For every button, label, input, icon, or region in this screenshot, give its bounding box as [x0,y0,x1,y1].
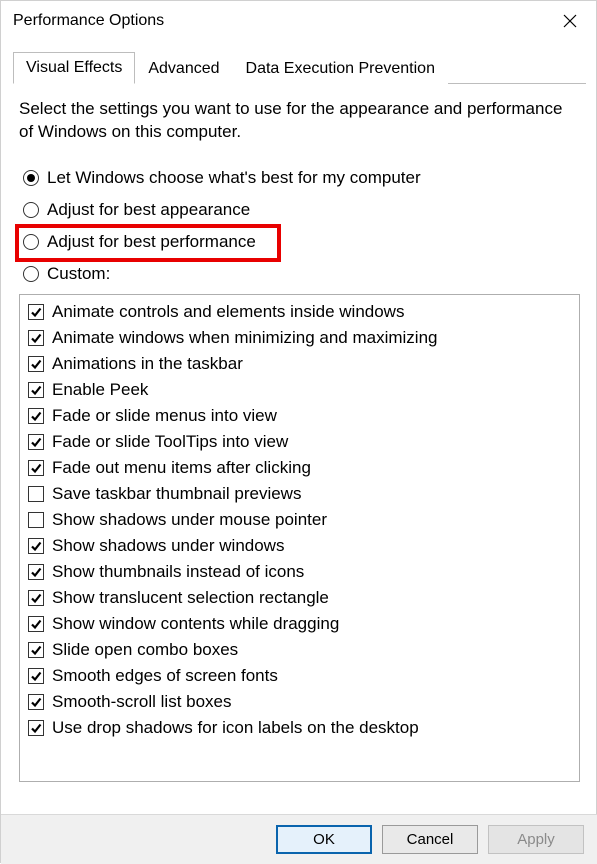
window-title: Performance Options [13,12,164,30]
radio-row[interactable]: Custom: [19,258,586,290]
radio-label: Custom: [47,264,110,284]
checkbox-icon [28,408,44,424]
option-label: Save taskbar thumbnail previews [52,484,301,504]
option-label: Show window contents while dragging [52,614,339,634]
radio-label: Adjust for best performance [47,232,256,252]
option-row[interactable]: Show window contents while dragging [28,611,575,637]
checkbox-icon [28,694,44,710]
radio-icon [23,234,39,250]
close-button[interactable] [552,7,588,35]
checkbox-icon [28,434,44,450]
close-icon [563,14,577,28]
checkbox-icon [28,668,44,684]
option-label: Show translucent selection rectangle [52,588,329,608]
option-row[interactable]: Animate windows when minimizing and maxi… [28,325,575,351]
option-row[interactable]: Fade or slide menus into view [28,403,575,429]
checkbox-icon [28,382,44,398]
checkbox-icon [28,720,44,736]
option-row[interactable]: Save taskbar thumbnail previews [28,481,575,507]
options-list: Animate controls and elements inside win… [19,294,580,782]
tab-advanced[interactable]: Advanced [135,53,232,84]
option-row[interactable]: Fade out menu items after clicking [28,455,575,481]
option-row[interactable]: Show thumbnails instead of icons [28,559,575,585]
option-row[interactable]: Use drop shadows for icon labels on the … [28,715,575,741]
radio-label: Adjust for best appearance [47,200,250,220]
option-row[interactable]: Smooth edges of screen fonts [28,663,575,689]
option-row[interactable]: Show translucent selection rectangle [28,585,575,611]
checkbox-icon [28,486,44,502]
description-text: Select the settings you want to use for … [19,98,580,144]
option-label: Slide open combo boxes [52,640,238,660]
checkbox-icon [28,356,44,372]
option-label: Fade out menu items after clicking [52,458,311,478]
checkbox-icon [28,642,44,658]
button-bar: OK Cancel Apply [1,814,597,864]
option-label: Show shadows under windows [52,536,284,556]
option-label: Smooth-scroll list boxes [52,692,232,712]
tab-visual-effects[interactable]: Visual Effects [13,52,135,84]
ok-button[interactable]: OK [276,825,372,854]
radio-icon [23,266,39,282]
option-label: Show thumbnails instead of icons [52,562,304,582]
radio-group: Let Windows choose what's best for my co… [19,162,586,290]
checkbox-icon [28,538,44,554]
checkbox-icon [28,460,44,476]
option-row[interactable]: Smooth-scroll list boxes [28,689,575,715]
option-row[interactable]: Animate controls and elements inside win… [28,299,575,325]
option-label: Animate controls and elements inside win… [52,302,404,322]
option-row[interactable]: Slide open combo boxes [28,637,575,663]
radio-label: Let Windows choose what's best for my co… [47,168,421,188]
title-bar: Performance Options [1,1,597,41]
option-row[interactable]: Enable Peek [28,377,575,403]
option-row[interactable]: Fade or slide ToolTips into view [28,429,575,455]
radio-row[interactable]: Adjust for best appearance [19,194,586,226]
option-label: Use drop shadows for icon labels on the … [52,718,419,738]
tab-strip: Visual EffectsAdvancedData Execution Pre… [13,51,586,84]
checkbox-icon [28,564,44,580]
option-label: Enable Peek [52,380,148,400]
radio-row[interactable]: Adjust for best performance [19,226,586,258]
radio-row[interactable]: Let Windows choose what's best for my co… [19,162,586,194]
checkbox-icon [28,512,44,528]
cancel-button[interactable]: Cancel [382,825,478,854]
radio-icon [23,202,39,218]
option-label: Fade or slide menus into view [52,406,277,426]
option-label: Show shadows under mouse pointer [52,510,327,530]
option-label: Animate windows when minimizing and maxi… [52,328,438,348]
option-row[interactable]: Animations in the taskbar [28,351,575,377]
tab-data-execution-prevention[interactable]: Data Execution Prevention [233,53,448,84]
option-row[interactable]: Show shadows under mouse pointer [28,507,575,533]
checkbox-icon [28,330,44,346]
checkbox-icon [28,590,44,606]
checkbox-icon [28,616,44,632]
option-row[interactable]: Show shadows under windows [28,533,575,559]
radio-icon [23,170,39,186]
option-label: Smooth edges of screen fonts [52,666,278,686]
apply-button[interactable]: Apply [488,825,584,854]
checkbox-icon [28,304,44,320]
option-label: Fade or slide ToolTips into view [52,432,288,452]
option-label: Animations in the taskbar [52,354,243,374]
